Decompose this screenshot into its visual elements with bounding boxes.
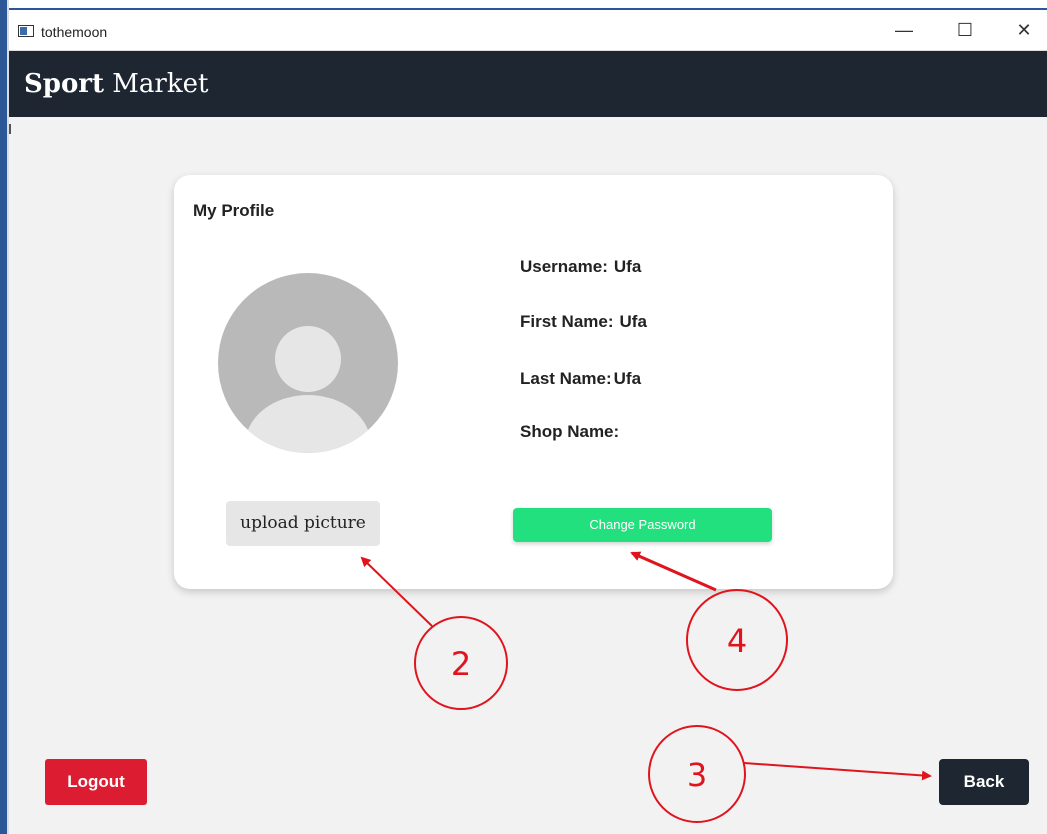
callout-4-number: 4	[727, 622, 747, 660]
callout-3-arrow	[743, 762, 932, 781]
callout-3-number: 3	[687, 756, 707, 794]
callout-2-arrow	[360, 556, 433, 627]
callout-2-number: 2	[451, 645, 471, 683]
annotation-layer: 2 3 4	[360, 551, 932, 823]
callout-4-arrow	[630, 551, 717, 592]
